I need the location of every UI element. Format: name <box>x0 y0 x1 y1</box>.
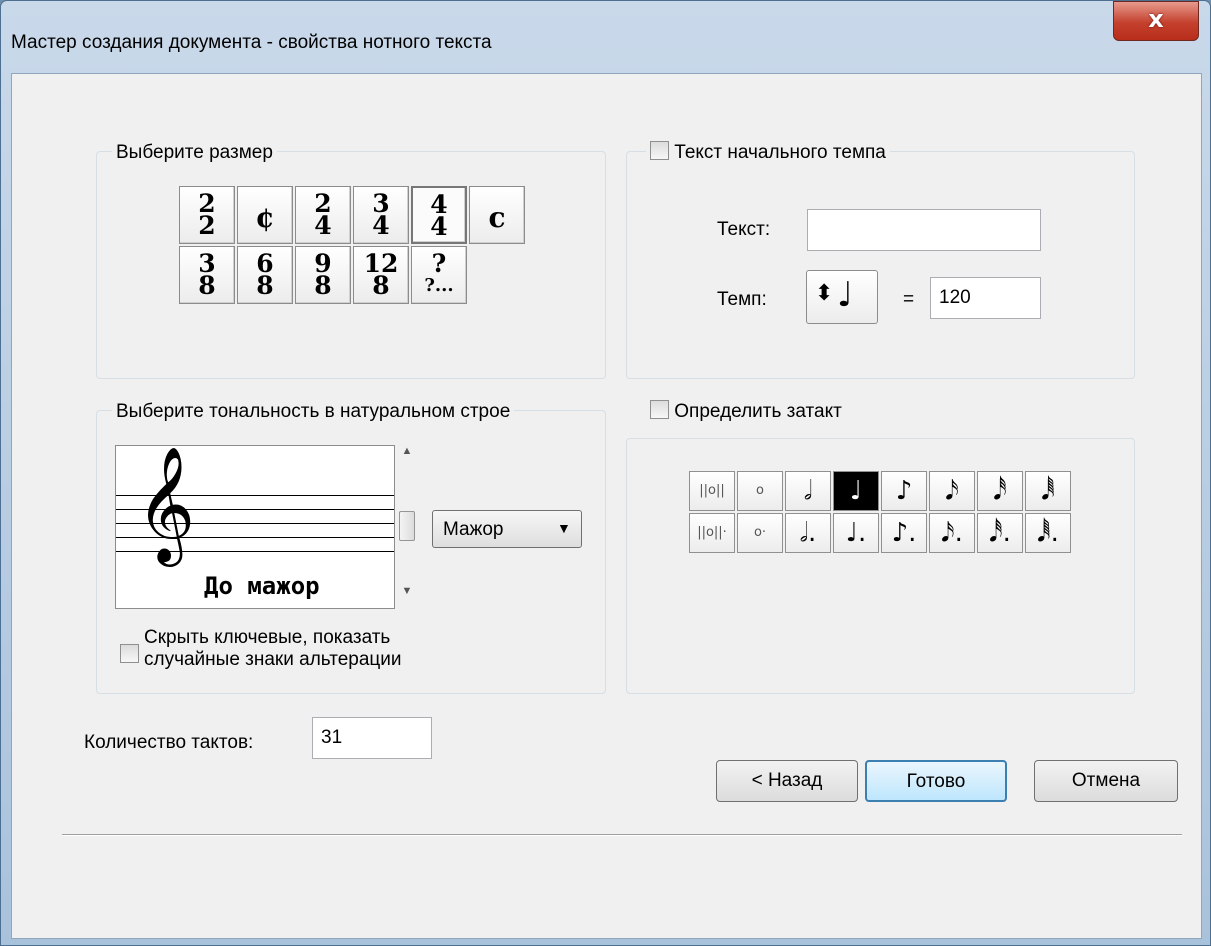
quarter-note-icon: ♩ <box>837 275 854 315</box>
close-icon: x <box>1148 5 1164 33</box>
note-duration-button[interactable]: 𝅗𝅥. <box>785 513 831 553</box>
pickup-checkbox-row[interactable]: Определить затакт <box>646 400 846 423</box>
tempo-note-picker[interactable]: ⬍ ♩ <box>806 270 878 324</box>
mode-dropdown-value: Мажор <box>443 519 504 540</box>
note-duration-button[interactable]: 𝅘𝅥𝅱. <box>1025 513 1071 553</box>
dialog-body: Выберите размер 2 2 ¢ 2 4 3 4 4 4 c 3 8 6 8 9 8 12 8??..… <box>11 73 1202 939</box>
key-scrollbar[interactable]: ▲ ▼ <box>397 445 417 609</box>
close-button[interactable]: x <box>1113 1 1199 41</box>
time-signature-button[interactable]: c <box>469 186 525 244</box>
time-signature-group <box>96 151 606 379</box>
measures-label: Количество тактов: <box>84 732 254 753</box>
tempo-label: Темп: <box>717 289 767 310</box>
note-duration-button[interactable]: 𝅘𝅥𝅱 <box>1025 471 1071 511</box>
note-duration-button[interactable]: o <box>737 471 783 511</box>
note-duration-button[interactable]: 𝅘𝅥𝅰 <box>977 471 1023 511</box>
tempo-value-input[interactable]: 120 <box>930 277 1041 319</box>
pickup-checkbox[interactable] <box>650 400 669 420</box>
note-duration-button[interactable]: 𝅘𝅥𝅯 <box>929 471 975 511</box>
note-duration-button[interactable]: ||o||· <box>689 513 735 553</box>
time-signature-button[interactable]: 68 <box>237 246 293 304</box>
key-name: До мажор <box>204 572 320 600</box>
note-duration-button[interactable]: ||o|| <box>689 471 735 511</box>
note-duration-button[interactable]: o· <box>737 513 783 553</box>
time-signature-button[interactable]: 12 8 <box>353 246 409 304</box>
tempo-checkbox-label: Текст начального темпа <box>674 142 886 163</box>
tempo-equals: = <box>903 289 915 310</box>
treble-clef-icon: 𝄞 <box>136 445 196 562</box>
time-signature-denominator: ?... <box>424 275 454 296</box>
wizard-window: Мастер создания документа - свойства нот… <box>0 0 1211 946</box>
time-signature-denominator: 8 <box>198 271 216 300</box>
time-signature-label: Выберите размер <box>112 142 277 164</box>
scroll-down-icon[interactable]: ▼ <box>401 585 413 605</box>
time-signature-denominator: 4 <box>314 211 332 240</box>
time-signature-denominator: 8 <box>314 271 332 300</box>
back-button[interactable]: < Назад <box>716 760 858 802</box>
time-signature-button[interactable]: ¢ <box>237 186 293 244</box>
time-signature-button[interactable]: 22 <box>179 186 235 244</box>
note-duration-button[interactable]: 𝅘𝅥𝅯. <box>929 513 975 553</box>
time-signature-symbol: ¢ <box>255 201 275 234</box>
note-duration-button[interactable]: ♩ <box>833 471 879 511</box>
measures-input[interactable]: 31 <box>312 717 432 759</box>
tempo-group <box>626 151 1135 379</box>
time-signature-denominator: 8 <box>256 271 274 300</box>
note-duration-button[interactable]: 𝅗𝅥 <box>785 471 831 511</box>
time-signature-symbol: c <box>488 201 506 234</box>
finish-button[interactable]: Готово <box>865 760 1007 802</box>
hide-accidentals-label: Скрыть ключевые, показать случайные знак… <box>144 627 402 671</box>
time-signature-button[interactable]: 44 <box>411 186 467 244</box>
title-bar[interactable]: Мастер создания документа - свойства нот… <box>1 1 1211 73</box>
cancel-button[interactable]: Отмена <box>1034 760 1178 802</box>
pickup-checkbox-label: Определить затакт <box>674 401 842 422</box>
tempo-text-label: Текст: <box>717 219 771 240</box>
hide-accidentals-line-1: Скрыть ключевые, показать <box>144 627 391 648</box>
spinner-icon: ⬍ <box>815 281 834 306</box>
tempo-text-input[interactable] <box>807 209 1041 251</box>
note-duration-button[interactable]: ♪. <box>881 513 927 553</box>
note-duration-button[interactable]: 𝅘𝅥𝅰. <box>977 513 1023 553</box>
note-duration-button[interactable]: ♩. <box>833 513 879 553</box>
time-signature-button[interactable]: 24 <box>295 186 351 244</box>
hide-accidentals-line-2: случайные знаки альтерации <box>144 649 402 670</box>
chevron-down-icon: ▼ <box>557 520 571 536</box>
tempo-checkbox-row[interactable]: Текст начального темпа <box>646 141 890 164</box>
time-signature-denominator: 2 <box>198 211 216 240</box>
key-preview[interactable]: 𝄞 До мажор <box>115 445 395 609</box>
time-signature-button[interactable]: 38 <box>179 246 235 304</box>
scrollbar-thumb[interactable] <box>399 511 415 541</box>
separator <box>62 834 1182 836</box>
note-duration-button[interactable]: ♪ <box>881 471 927 511</box>
time-signature-button[interactable]: 98 <box>295 246 351 304</box>
window-title: Мастер создания документа - свойства нот… <box>11 32 492 53</box>
mode-dropdown[interactable]: Мажор ▼ <box>432 510 582 548</box>
time-signature-button[interactable]: 34 <box>353 186 409 244</box>
hide-accidentals-checkbox[interactable] <box>120 644 139 663</box>
time-signature-denominator: 8 <box>372 271 390 300</box>
time-signature-denominator: 4 <box>430 212 448 241</box>
time-signature-button[interactable]: ??... <box>411 246 467 304</box>
key-label: Выберите тональность в натуральном строе <box>112 401 515 423</box>
time-signature-denominator: 4 <box>372 211 390 240</box>
time-signature-numerator: ? <box>431 249 447 278</box>
tempo-checkbox[interactable] <box>650 141 669 161</box>
scroll-up-icon[interactable]: ▲ <box>401 445 413 465</box>
